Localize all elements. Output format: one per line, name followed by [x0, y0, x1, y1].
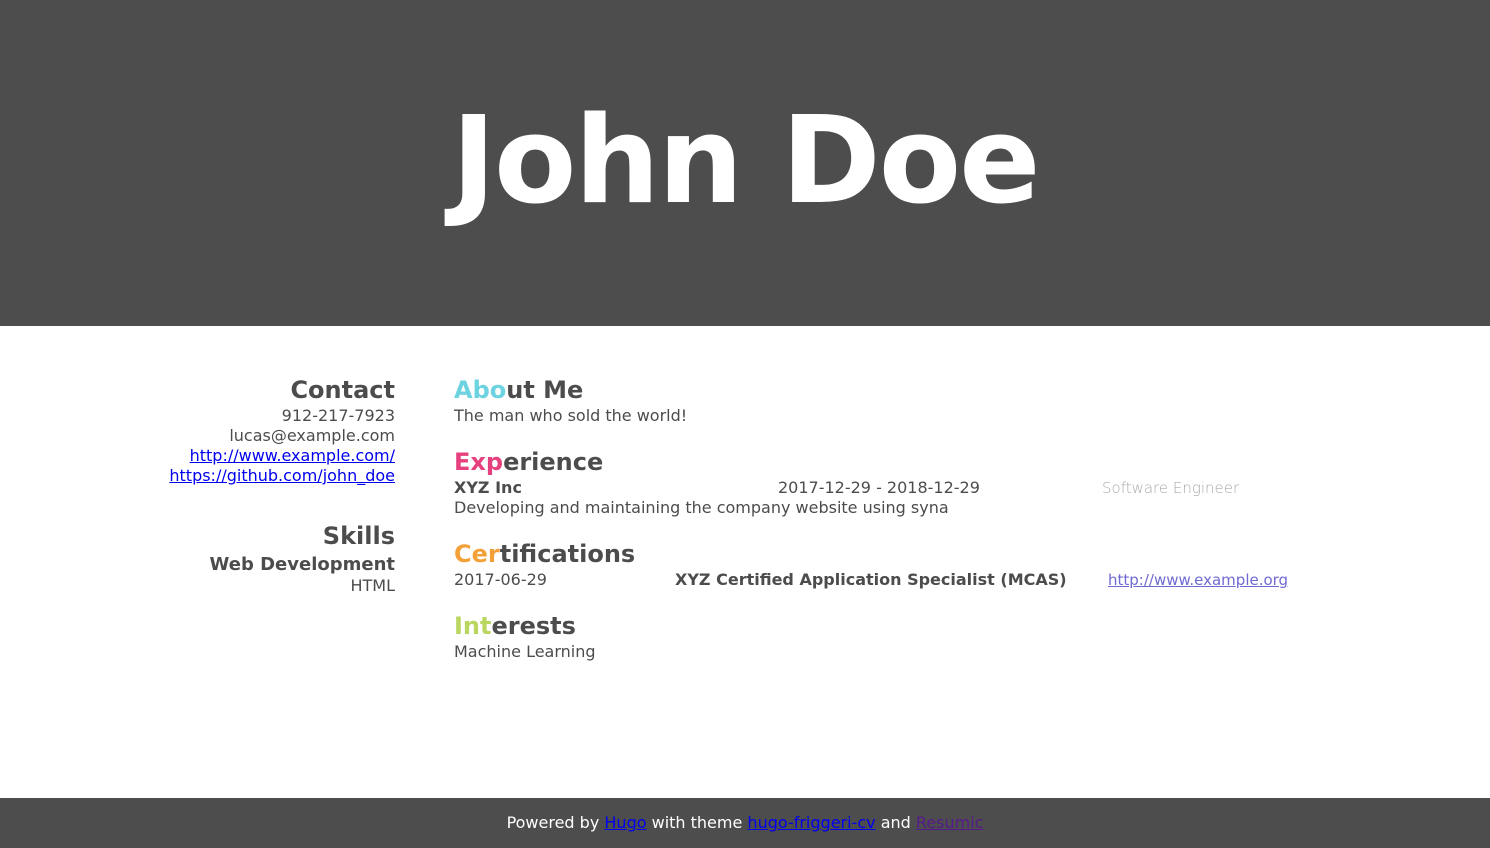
- contact-website-link[interactable]: http://www.example.com/: [190, 446, 395, 465]
- experience-description: Developing and maintaining the company w…: [454, 498, 949, 517]
- interests-section: Interests Machine Learning: [454, 610, 1284, 662]
- experience-row: XYZ Inc 2017-12-29 - 2018-12-29 Software…: [454, 478, 1284, 498]
- certifications-heading-accent: Cer: [454, 540, 500, 568]
- interests-heading-accent: Int: [454, 612, 492, 640]
- sidebar: Contact 912-217-7923 lucas@example.com h…: [120, 374, 395, 596]
- contact-phone: 912-217-7923: [281, 406, 395, 425]
- header-banner: John Doe: [0, 0, 1490, 326]
- footer-resumic-link[interactable]: Resumic: [916, 813, 984, 832]
- interests-heading: Interests: [454, 610, 1284, 642]
- main-content: About Me The man who sold the world! Exp…: [454, 374, 1288, 682]
- experience-heading-rest: erience: [503, 448, 604, 476]
- footer-theme-link[interactable]: hugo-friggeri-cv: [747, 813, 875, 832]
- page-title: John Doe: [451, 92, 1040, 231]
- about-section: About Me The man who sold the world!: [454, 374, 1284, 426]
- experience-role: Software Engineer: [1102, 479, 1240, 497]
- skills-heading: Skills: [322, 522, 395, 550]
- certification-name: XYZ Certified Application Specialist (MC…: [675, 570, 1067, 589]
- footer-hugo-link[interactable]: Hugo: [604, 813, 646, 832]
- interests-heading-rest: erests: [491, 612, 576, 640]
- about-text: The man who sold the world!: [454, 406, 688, 425]
- footer-and: and: [880, 813, 911, 832]
- certifications-section: Certifications 2017-06-29 XYZ Certified …: [454, 538, 1288, 590]
- footer-powered-by: Powered by: [506, 813, 600, 832]
- contact-github-link[interactable]: https://github.com/john_doe: [169, 466, 395, 485]
- certifications-heading-rest: tifications: [499, 540, 636, 568]
- contact-heading: Contact: [290, 376, 395, 404]
- certification-date: 2017-06-29: [454, 570, 547, 589]
- contact-email: lucas@example.com: [229, 426, 395, 445]
- experience-heading-accent: Exp: [454, 448, 504, 476]
- skill-category: Web Development: [209, 554, 395, 575]
- interest-item: Machine Learning: [454, 642, 596, 661]
- certifications-heading: Certifications: [454, 538, 1284, 570]
- certification-row: 2017-06-29 XYZ Certified Application Spe…: [454, 570, 1288, 590]
- certification-link[interactable]: http://www.example.org: [1108, 571, 1288, 589]
- footer: Powered by Hugo with theme hugo-friggeri…: [0, 798, 1490, 848]
- about-heading-rest: ut Me: [506, 376, 584, 404]
- about-heading: About Me: [454, 374, 1284, 406]
- footer-with-theme: with theme: [651, 813, 743, 832]
- experience-section: Experience XYZ Inc 2017-12-29 - 2018-12-…: [454, 446, 1284, 518]
- experience-dates: 2017-12-29 - 2018-12-29: [778, 478, 980, 497]
- experience-heading: Experience: [454, 446, 1284, 478]
- skill-item: HTML: [350, 576, 395, 595]
- experience-company: XYZ Inc: [454, 478, 522, 497]
- about-heading-accent: Abo: [454, 376, 507, 404]
